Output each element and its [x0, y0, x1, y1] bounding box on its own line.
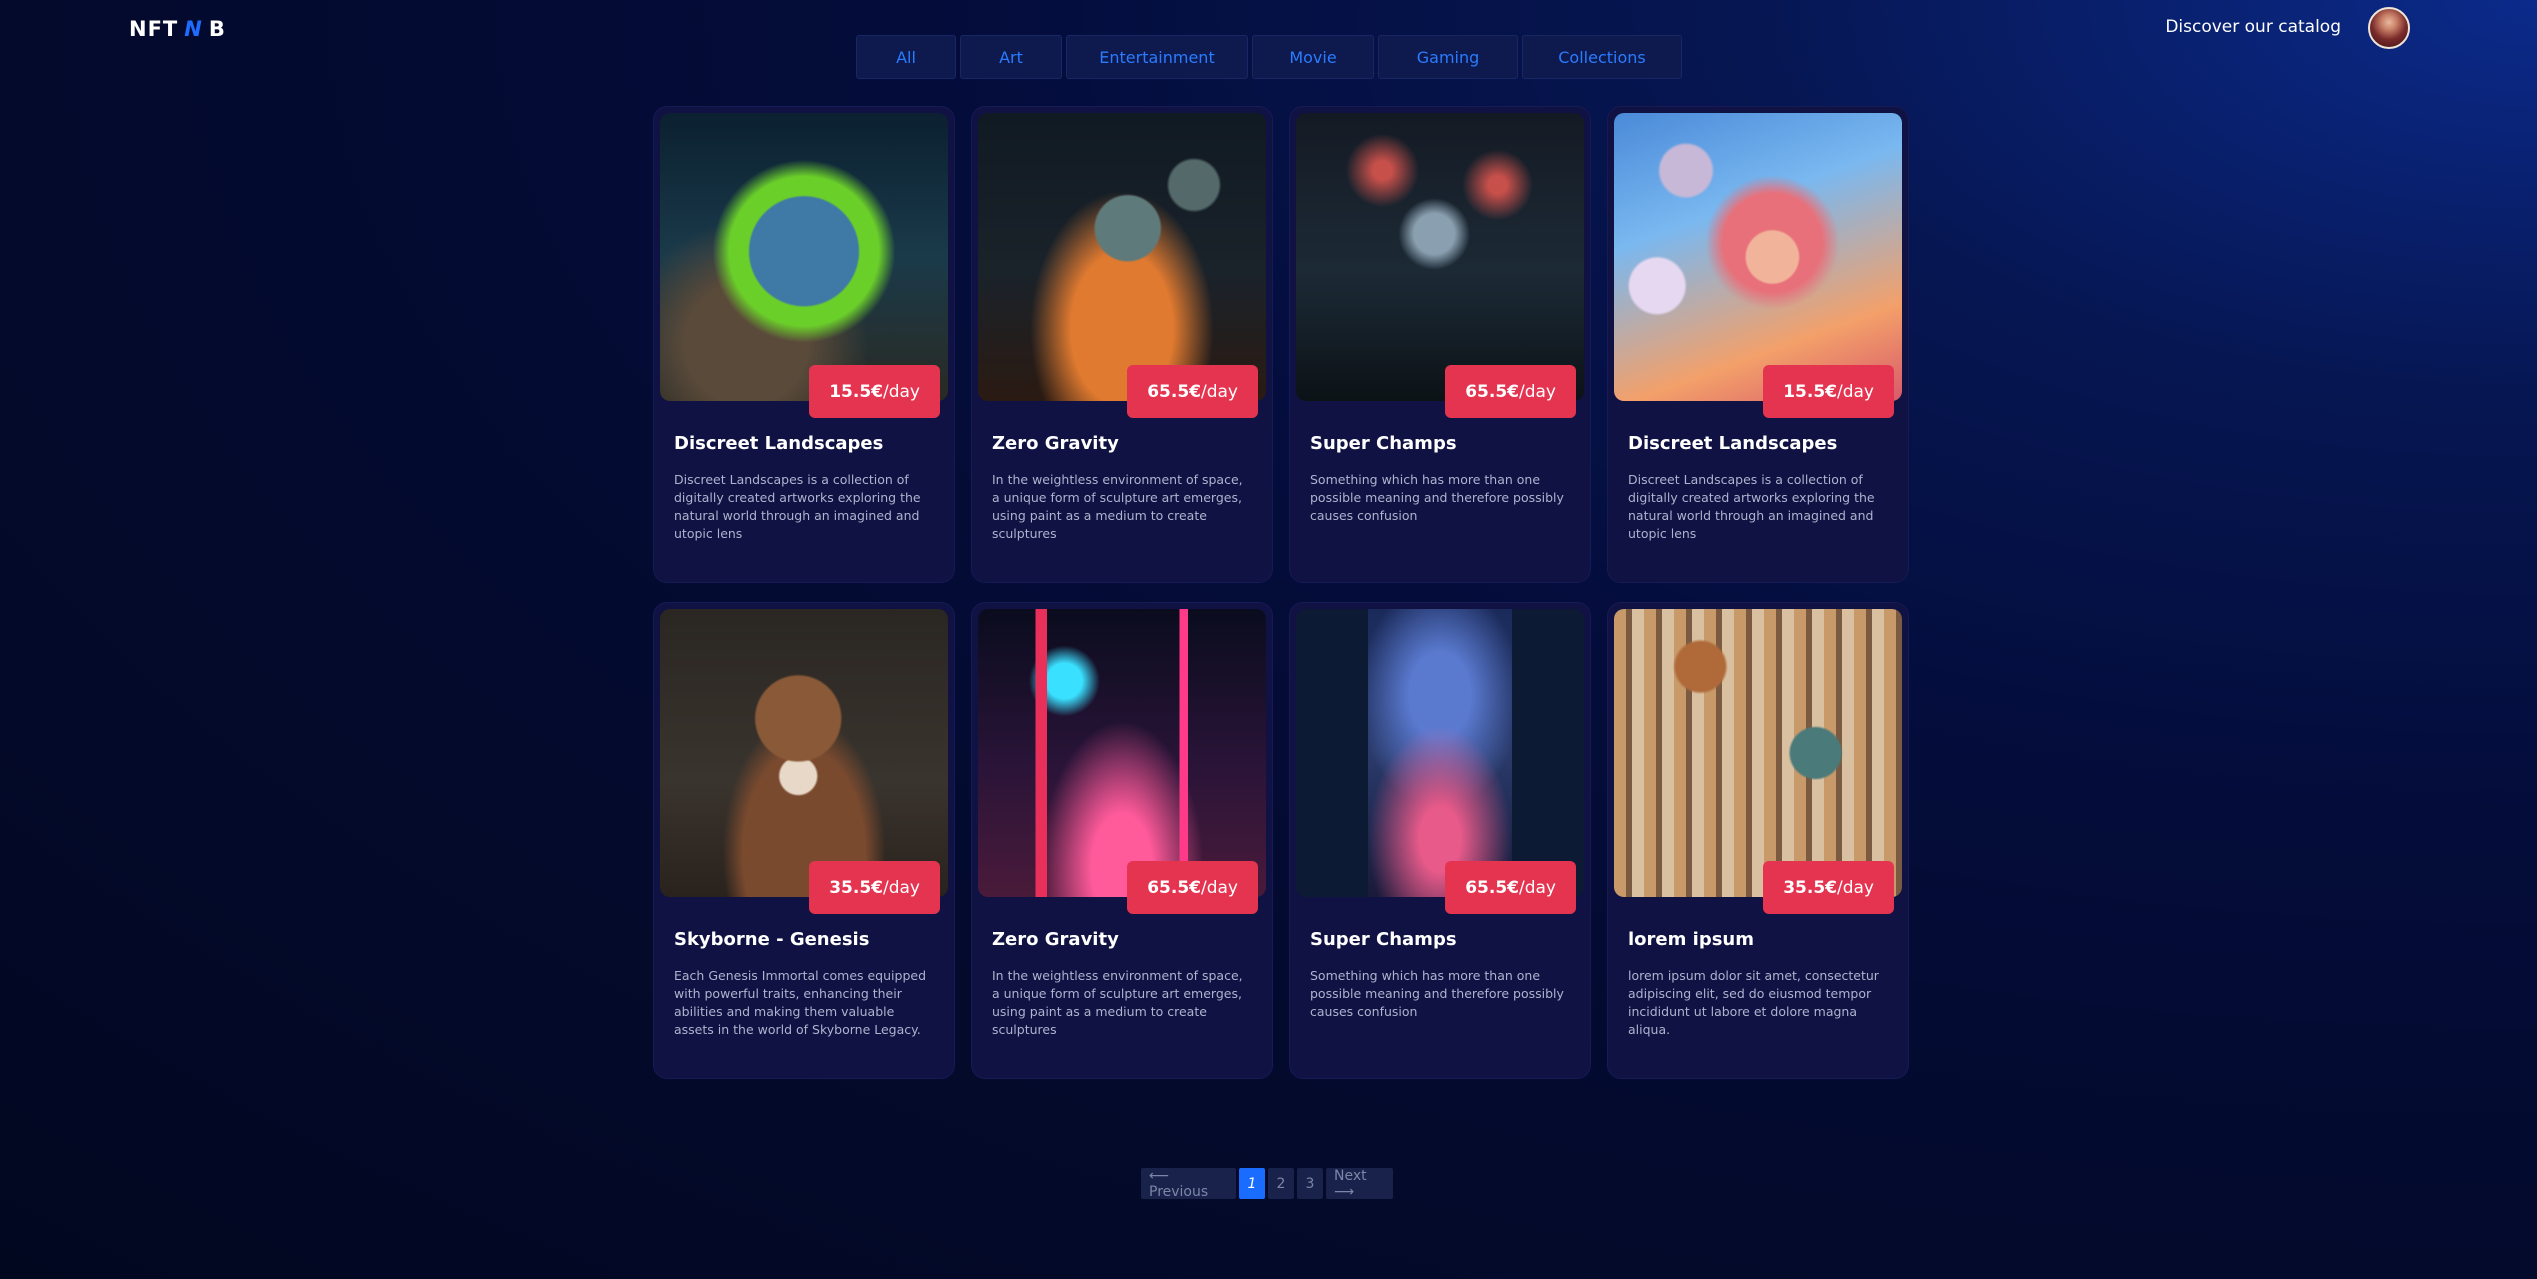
price-badge: 65.5€/day	[1445, 861, 1576, 914]
nft-description: In the weightless environment of space, …	[992, 472, 1243, 541]
price-value: 65.5€	[1147, 381, 1201, 402]
price-badge: 65.5€/day	[1127, 365, 1258, 418]
nft-image	[1296, 609, 1584, 897]
price-unit: /day	[1519, 877, 1556, 898]
nft-description: Something which has more than one possib…	[1310, 968, 1564, 1019]
price-unit: /day	[1837, 877, 1874, 898]
nft-card-grid: 15.5€/day Discreet Landscapes Discreet L…	[653, 106, 1909, 1079]
pagination-page-2[interactable]: 2	[1268, 1168, 1294, 1199]
nft-title: lorem ipsum	[1628, 929, 1754, 950]
nft-card[interactable]: 35.5€/day lorem ipsum lorem ipsum dolor …	[1607, 602, 1909, 1079]
price-badge: 65.5€/day	[1127, 861, 1258, 914]
nft-title: Super Champs	[1310, 929, 1457, 950]
nft-title: Skyborne - Genesis	[674, 929, 870, 950]
price-unit: /day	[883, 877, 920, 898]
nft-image	[660, 113, 948, 401]
logo-text-nft: NFT	[129, 17, 179, 41]
nft-image	[1614, 609, 1902, 897]
logo-text-b: B	[208, 17, 226, 41]
price-value: 15.5€	[1783, 381, 1837, 402]
nft-title: Discreet Landscapes	[1628, 433, 1838, 454]
price-value: 35.5€	[829, 877, 883, 898]
nft-card[interactable]: 65.5€/day Super Champs Something which h…	[1289, 106, 1591, 583]
pagination: ⟵ Previous 1 2 3 Next ⟶	[1141, 1168, 1393, 1200]
price-unit: /day	[883, 381, 920, 402]
price-badge: 15.5€/day	[809, 365, 940, 418]
price-value: 65.5€	[1147, 877, 1201, 898]
filter-art[interactable]: Art	[960, 35, 1062, 79]
price-value: 15.5€	[829, 381, 883, 402]
nft-card[interactable]: 65.5€/day Zero Gravity In the weightless…	[971, 602, 1273, 1079]
pagination-page-3[interactable]: 3	[1297, 1168, 1323, 1199]
nft-image	[978, 609, 1266, 897]
nft-card[interactable]: 15.5€/day Discreet Landscapes Discreet L…	[653, 106, 955, 583]
nft-title: Zero Gravity	[992, 929, 1119, 950]
price-value: 65.5€	[1465, 381, 1519, 402]
filter-all[interactable]: All	[856, 35, 956, 79]
price-unit: /day	[1519, 381, 1556, 402]
nft-title: Super Champs	[1310, 433, 1457, 454]
user-avatar[interactable]	[2368, 7, 2410, 49]
nft-card[interactable]: 65.5€/day Super Champs Something which h…	[1289, 602, 1591, 1079]
nft-description: In the weightless environment of space, …	[992, 968, 1243, 1037]
pagination-page-1[interactable]: 1	[1239, 1168, 1265, 1199]
nft-image	[660, 609, 948, 897]
price-value: 35.5€	[1783, 877, 1837, 898]
nft-image	[1614, 113, 1902, 401]
price-badge: 35.5€/day	[1763, 861, 1894, 914]
nft-title: Zero Gravity	[992, 433, 1119, 454]
price-unit: /day	[1201, 877, 1238, 898]
filter-gaming[interactable]: Gaming	[1378, 35, 1518, 79]
filter-collections[interactable]: Collections	[1522, 35, 1682, 79]
logo[interactable]: NFT N B	[129, 17, 226, 41]
discover-catalog-link[interactable]: Discover our catalog	[2165, 17, 2341, 37]
logo-text-n: N	[184, 17, 203, 41]
price-badge: 15.5€/day	[1763, 365, 1894, 418]
filter-movie[interactable]: Movie	[1252, 35, 1374, 79]
nft-card[interactable]: 35.5€/day Skyborne - Genesis Each Genesi…	[653, 602, 955, 1079]
price-unit: /day	[1837, 381, 1874, 402]
price-unit: /day	[1201, 381, 1238, 402]
price-badge: 35.5€/day	[809, 861, 940, 914]
nft-description: Something which has more than one possib…	[1310, 472, 1564, 523]
nft-description: Discreet Landscapes is a collection of d…	[1628, 472, 1875, 541]
nft-description: Each Genesis Immortal comes equipped wit…	[674, 968, 927, 1037]
nft-title: Discreet Landscapes	[674, 433, 884, 454]
price-badge: 65.5€/day	[1445, 365, 1576, 418]
price-value: 65.5€	[1465, 877, 1519, 898]
pagination-previous-button[interactable]: ⟵ Previous	[1141, 1168, 1236, 1200]
nft-card[interactable]: 15.5€/day Discreet Landscapes Discreet L…	[1607, 106, 1909, 583]
nft-description: Discreet Landscapes is a collection of d…	[674, 472, 921, 541]
nft-image	[1296, 113, 1584, 401]
nft-image	[978, 113, 1266, 401]
nft-description: lorem ipsum dolor sit amet, consectetur …	[1628, 968, 1879, 1037]
pagination-next-button[interactable]: Next ⟶	[1326, 1168, 1393, 1200]
nft-card[interactable]: 65.5€/day Zero Gravity In the weightless…	[971, 106, 1273, 583]
category-filter-bar: All Art Entertainment Movie Gaming Colle…	[856, 35, 1682, 79]
filter-entertainment[interactable]: Entertainment	[1066, 35, 1248, 79]
